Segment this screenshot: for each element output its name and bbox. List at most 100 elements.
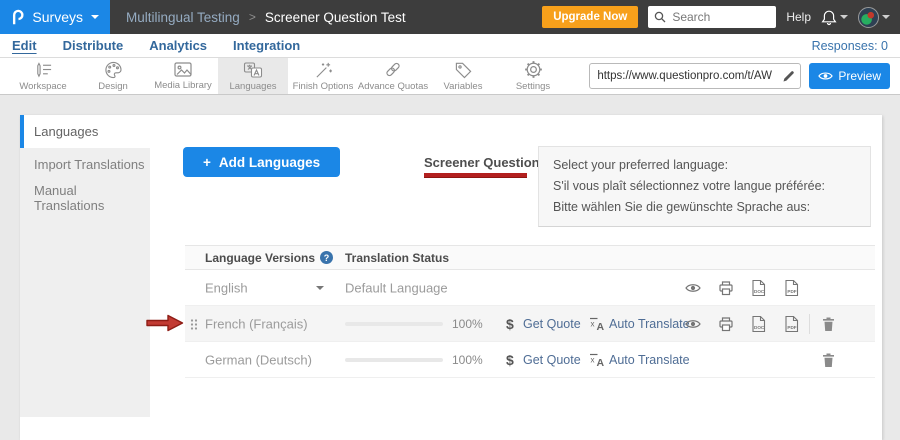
print-icon[interactable] <box>718 280 734 295</box>
variables-icon <box>454 61 473 79</box>
toolbar-item-advance-quotas[interactable]: Advance Quotas <box>358 58 428 94</box>
help-icon[interactable]: ? <box>320 251 333 264</box>
chevron-down-icon <box>882 15 890 19</box>
auto-translate-link[interactable]: Auto Translate <box>609 353 690 367</box>
export-pdf-icon[interactable]: PDF <box>784 315 799 332</box>
preview-language-icon[interactable] <box>685 318 701 329</box>
toolbar-item-finish-options[interactable]: Finish Options <box>288 58 358 94</box>
breadcrumb-survey-name[interactable]: Multilingual Testing <box>126 10 240 25</box>
get-quote-link[interactable]: Get Quote <box>523 353 581 367</box>
product-switcher[interactable]: Surveys <box>0 0 110 34</box>
breadcrumb-page-name: Screener Question Test <box>265 10 406 25</box>
pencil-icon <box>782 70 795 83</box>
preview-button[interactable]: Preview <box>809 63 890 89</box>
help-link[interactable]: Help <box>786 10 811 24</box>
progress-percent: 100% <box>452 353 483 367</box>
get-quote-link[interactable]: Get Quote <box>523 317 581 331</box>
settings-icon <box>524 60 543 79</box>
workspace-icon <box>34 61 53 79</box>
svg-text:A: A <box>597 357 605 367</box>
language-name: German (Deutsch) <box>205 352 312 367</box>
sidebar-item-languages[interactable]: Languages <box>20 115 150 148</box>
survey-nav-tabs: Edit Distribute Analytics Integration Re… <box>0 34 900 58</box>
edit-toolbar: Workspace Design Media Library <box>0 58 900 95</box>
tab-edit[interactable]: Edit <box>12 38 37 53</box>
top-header-bar: Surveys Multilingual Testing > Screener … <box>0 0 900 34</box>
survey-url-field <box>589 63 801 89</box>
toolbar-item-variables[interactable]: Variables <box>428 58 498 94</box>
language-dropdown-caret[interactable] <box>316 286 324 290</box>
table-row-german: German (Deutsch) 100% $ Get Quote xA Aut… <box>185 342 875 378</box>
dollar-icon[interactable]: $ <box>506 352 514 368</box>
annotation-arrow <box>146 314 184 332</box>
delete-language-icon[interactable] <box>821 316 836 332</box>
auto-translate-link[interactable]: Auto Translate <box>609 317 690 331</box>
account-menu[interactable] <box>858 7 890 28</box>
export-doc-icon[interactable]: DOC <box>751 315 766 332</box>
eye-icon <box>818 71 833 81</box>
divider <box>809 314 810 334</box>
tab-analytics[interactable]: Analytics <box>149 38 207 53</box>
screener-line-german: Bitte wählen Sie die gewünschte Sprache … <box>553 197 856 218</box>
finish-options-icon <box>314 61 333 79</box>
translate-icon[interactable]: xA <box>589 317 606 331</box>
toolbar-item-settings[interactable]: Settings <box>498 58 568 94</box>
toolbar-item-workspace[interactable]: Workspace <box>8 58 78 94</box>
tab-integration[interactable]: Integration <box>233 38 300 53</box>
search-icon <box>654 11 666 23</box>
translate-icon[interactable]: xA <box>589 353 606 367</box>
delete-language-icon[interactable] <box>821 352 836 368</box>
sidebar-item-manual-translations[interactable]: Manual Translations <box>20 181 150 214</box>
tab-distribute[interactable]: Distribute <box>63 38 124 53</box>
add-languages-button[interactable]: + Add Languages <box>183 147 340 177</box>
sidebar-item-import-translations[interactable]: Import Translations <box>20 148 150 181</box>
column-header-language-versions: Language Versions ? <box>205 251 333 265</box>
survey-url-input[interactable] <box>590 70 776 82</box>
translation-progress-bar <box>345 322 443 326</box>
table-header-row: Language Versions ? Translation Status <box>185 245 875 270</box>
global-search[interactable] <box>648 6 776 28</box>
annotation-underline <box>424 173 527 177</box>
toolbar-item-media-library[interactable]: Media Library <box>148 58 218 94</box>
dollar-icon[interactable]: $ <box>506 316 514 332</box>
table-row-english: English Default Language DOC <box>185 270 875 306</box>
advance-quotas-icon <box>383 60 403 79</box>
media-library-icon <box>173 61 193 78</box>
screener-line-french: S'il vous plaît sélectionnez votre langu… <box>553 176 856 197</box>
svg-text:x: x <box>591 319 595 328</box>
svg-text:DOC: DOC <box>754 325 765 330</box>
print-icon[interactable] <box>718 316 734 331</box>
export-doc-icon[interactable]: DOC <box>751 279 766 296</box>
export-pdf-icon[interactable]: PDF <box>784 279 799 296</box>
toolbar-item-languages[interactable]: Languages <box>218 58 288 94</box>
preview-language-icon[interactable] <box>685 282 701 293</box>
product-menu-label: Surveys <box>32 9 83 25</box>
language-name: French (Français) <box>205 316 308 331</box>
breadcrumb: Multilingual Testing > Screener Question… <box>126 10 406 25</box>
svg-text:A: A <box>597 321 605 331</box>
translation-progress-bar <box>345 358 443 362</box>
screener-line-english: Select your preferred language: <box>553 155 856 176</box>
content-area: Languages Import Translations Manual Tra… <box>0 95 900 440</box>
responses-count[interactable]: Responses: 0 <box>812 39 888 53</box>
plus-icon: + <box>203 155 211 170</box>
screener-question-label: Screener Question : <box>424 155 548 170</box>
svg-text:x: x <box>591 355 595 364</box>
breadcrumb-separator: > <box>249 10 256 24</box>
upgrade-now-button[interactable]: Upgrade Now <box>542 6 638 28</box>
notifications-menu[interactable] <box>821 9 848 26</box>
search-input[interactable] <box>670 9 770 25</box>
languages-sidebar: Languages Import Translations Manual Tra… <box>20 115 150 417</box>
design-icon <box>104 61 123 79</box>
avatar <box>858 7 879 28</box>
edit-url-button[interactable] <box>776 70 800 83</box>
language-versions-table: Language Versions ? Translation Status E… <box>185 245 875 378</box>
drag-handle[interactable] <box>190 318 197 329</box>
default-language-label: Default Language <box>345 280 448 295</box>
chevron-down-icon <box>840 15 848 19</box>
languages-icon <box>243 61 263 79</box>
toolbar-item-design[interactable]: Design <box>78 58 148 94</box>
column-header-translation-status: Translation Status <box>345 251 449 265</box>
bell-icon <box>821 9 837 26</box>
table-row-french: French (Français) 100% $ Get Quote xA Au… <box>185 306 875 342</box>
